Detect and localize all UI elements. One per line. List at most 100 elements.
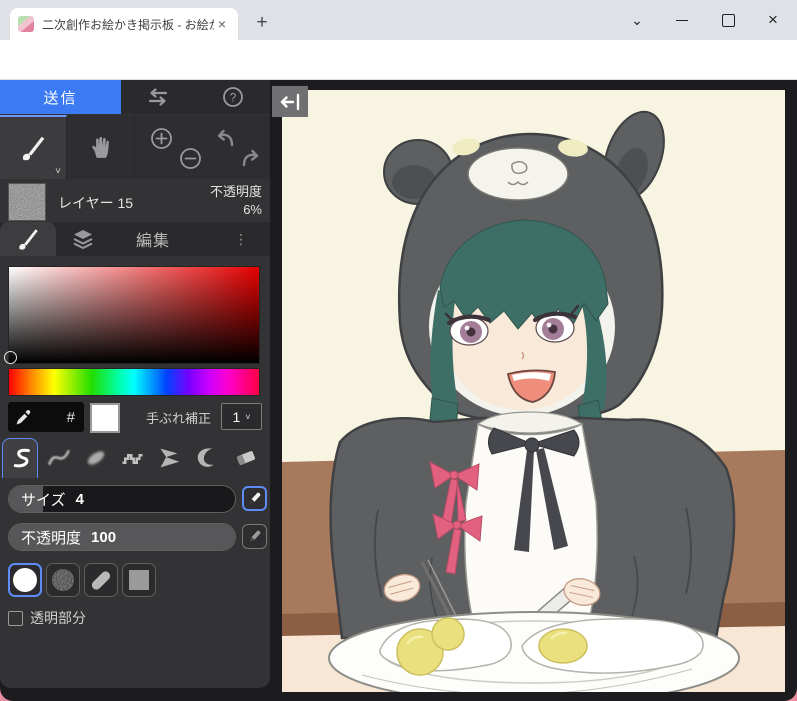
drawing-canvas[interactable] (282, 90, 785, 692)
window-minimize-button[interactable] (661, 0, 703, 40)
brush-icon (18, 133, 48, 163)
pencil-icon (247, 529, 262, 544)
opacity-value: 100 (91, 529, 116, 546)
brush-type-row (0, 435, 270, 479)
tab-search-icon[interactable]: ⌄ (616, 0, 658, 40)
stabilize-dropdown[interactable]: 1 ˅ (221, 403, 262, 430)
hand-icon (88, 133, 114, 161)
pencil-icon (247, 491, 262, 506)
site-favicon (18, 16, 34, 32)
eyedropper-icon[interactable] (15, 409, 32, 426)
collapse-left-icon (279, 93, 301, 111)
zoom-in-button[interactable] (149, 126, 173, 150)
brush-options-chevron-icon[interactable]: ˅ (55, 166, 61, 177)
screen: { "browser": { "tab_title": "二次創作お絵かき掲示板… (0, 0, 797, 701)
current-color-swatch[interactable] (90, 403, 120, 433)
view-history-cell (135, 115, 270, 179)
layer-opacity-label: 不透明度 (210, 183, 262, 201)
brush-type-watercolor[interactable] (78, 438, 114, 478)
brush-type-ribbon[interactable] (150, 438, 186, 478)
window-close-button[interactable]: × (752, 0, 794, 40)
size-label: サイズ (21, 489, 66, 510)
tab-brush[interactable] (0, 222, 56, 256)
brush-tip-row (0, 563, 270, 599)
saturation-value-picker[interactable] (8, 266, 260, 364)
fuzzy-streak-icon (81, 443, 111, 473)
soft-stroke-icon (43, 443, 73, 473)
layer-bar: レイヤー 15 不透明度 6% (0, 181, 270, 222)
size-value: 4 (76, 491, 84, 508)
hash-label: # (67, 409, 75, 426)
size-slider[interactable]: サイズ 4 (8, 485, 236, 513)
tip-square[interactable] (122, 563, 156, 597)
opacity-edit-button[interactable] (242, 524, 267, 549)
redo-icon (239, 146, 263, 170)
hand-tool-button[interactable] (67, 115, 135, 179)
layers-icon (71, 227, 95, 251)
pixel-stroke-icon (117, 443, 147, 473)
new-tab-button[interactable]: + (248, 10, 276, 38)
window-maximize-button[interactable] (707, 0, 749, 40)
paint-app: 送信 ? ˅ (0, 80, 797, 701)
tip-solid-circle[interactable] (8, 563, 42, 597)
send-button[interactable]: 送信 (0, 80, 121, 114)
collapse-panel-button[interactable] (272, 86, 308, 117)
transparent-checkbox[interactable] (8, 611, 23, 626)
top-action-row: 送信 ? (0, 80, 270, 114)
redo-button[interactable] (239, 146, 263, 170)
transparent-checkbox-row: 透明部分 (8, 608, 86, 628)
zoom-out-button[interactable] (178, 146, 202, 170)
zoom-out-icon (179, 147, 202, 170)
undo-icon (213, 126, 237, 150)
transparent-checkbox-label: 透明部分 (30, 608, 86, 628)
tool-row: ˅ (0, 115, 270, 179)
brush-type-pen[interactable] (2, 438, 38, 478)
tip-noise-circle[interactable] (46, 563, 80, 597)
stabilize-value: 1 (232, 409, 240, 425)
size-edit-button[interactable] (242, 486, 267, 511)
pen-stroke-icon (5, 444, 35, 474)
undo-button[interactable] (213, 126, 237, 150)
browser-toolbar: ← → ⟳ paintbbs.sakura.ne.jp/oeb/cgi/hank… (0, 40, 797, 80)
zigzag-icon (153, 443, 183, 473)
tab-close-icon[interactable]: × (214, 16, 230, 32)
brush-type-dot-pen[interactable] (114, 438, 150, 478)
square-icon (129, 570, 149, 590)
tool-panel: 送信 ? ˅ (0, 80, 270, 688)
hue-slider[interactable] (8, 368, 260, 396)
browser-tab-strip: 二次創作お絵かき掲示板 - お絵かき × + ⌄ × (0, 0, 797, 40)
swap-colors-button[interactable] (121, 80, 196, 114)
tab-edit[interactable]: 編集 (136, 222, 170, 256)
panel-tab-row: 編集 ⋮ (0, 222, 270, 256)
help-button[interactable]: ? (196, 80, 271, 114)
stabilize-label: 手ぶれ補正 (146, 402, 211, 432)
dropdown-caret-icon: ˅ (245, 412, 250, 422)
brush-type-eraser[interactable] (228, 438, 264, 478)
layer-thumbnail[interactable] (8, 183, 46, 221)
eraser-icon (231, 443, 261, 473)
opacity-slider[interactable]: 不透明度 100 (8, 523, 236, 551)
help-icon: ? (222, 86, 244, 108)
sv-picker-ring[interactable] (4, 351, 17, 364)
browser-tab[interactable]: 二次創作お絵かき掲示板 - お絵かき × (10, 8, 238, 40)
panel-menu-icon[interactable]: ⋮ (234, 222, 248, 256)
hex-input[interactable]: # (8, 402, 84, 432)
canvas-artwork[interactable] (282, 90, 785, 692)
noise-circle-icon (50, 567, 76, 593)
swap-arrows-icon (145, 87, 171, 107)
diagonal-line-icon (90, 569, 112, 591)
brush-type-brush[interactable] (188, 438, 224, 478)
layer-opacity[interactable]: 不透明度 6% (210, 183, 262, 219)
layer-name[interactable]: レイヤー 15 (58, 193, 133, 213)
color-input-row: # 手ぶれ補正 1 ˅ (0, 402, 270, 432)
paisley-icon (191, 443, 221, 473)
tip-diagonal-line[interactable] (84, 563, 118, 597)
layer-opacity-value: 6% (210, 201, 262, 219)
brush-tool-button[interactable]: ˅ (0, 115, 67, 179)
tab-layers[interactable] (68, 226, 98, 252)
brush-type-soft-pen[interactable] (40, 438, 76, 478)
tab-title: 二次創作お絵かき掲示板 - お絵かき (42, 16, 214, 33)
brush-tab-icon (15, 226, 41, 252)
solid-circle-icon (13, 568, 37, 592)
zoom-in-icon (150, 127, 173, 150)
